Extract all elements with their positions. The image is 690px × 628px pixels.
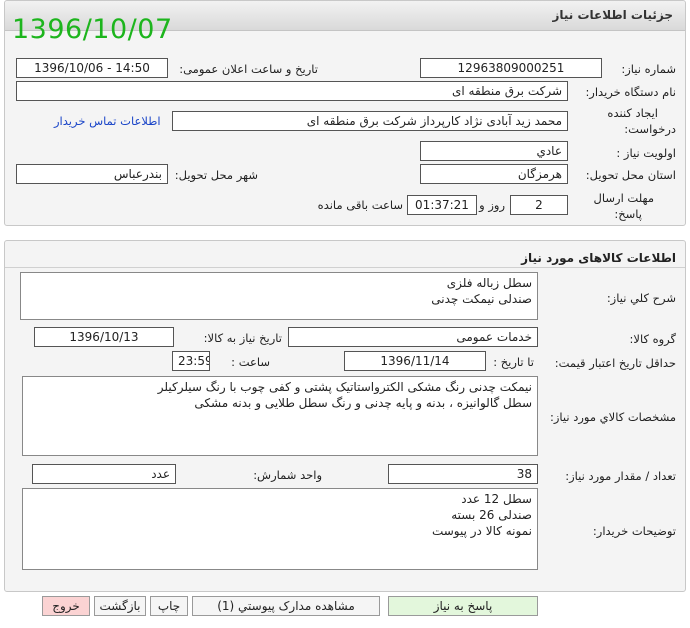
buyer-org-field: شرکت برق منطقه ای bbox=[16, 81, 568, 101]
requester-field: محمد زید آبادی نژاد کارپرداز شرکت برق من… bbox=[172, 111, 568, 131]
announce-date-field: 1396/10/06 - 14:50 bbox=[16, 58, 168, 78]
goods-group-field: خدمات عمومی bbox=[288, 327, 538, 347]
deadline-label-line1: مهلت ارسال bbox=[593, 191, 654, 205]
summary-area: سطل زباله فلزی صندلی نیمکت چدنی bbox=[20, 272, 538, 320]
price-validity-label: حداقل تاریخ اعتبار قیمت: bbox=[554, 356, 676, 370]
summary-label: شرح کلي نیاز: bbox=[606, 291, 676, 305]
quantity-label: تعداد / مقدار مورد نیاز: bbox=[565, 469, 676, 483]
deadline-label-line2: پاسخ: bbox=[614, 207, 642, 221]
summary-line: سطل زباله فلزی bbox=[446, 276, 532, 290]
announce-date-label: تاریخ و ساعت اعلان عمومی: bbox=[179, 62, 318, 76]
province-field: هرمزگان bbox=[420, 164, 568, 184]
requester-label-line2: درخواست: bbox=[624, 122, 676, 136]
print-button[interactable]: چاپ bbox=[150, 596, 188, 616]
buyer-org-label: نام دستگاه خریدار: bbox=[585, 85, 676, 99]
need-date-field: 1396/10/13 bbox=[34, 327, 174, 347]
date-stamp: 1396/10/07 bbox=[12, 14, 173, 45]
buyer-notes-label: توضیحات خریدار: bbox=[592, 524, 676, 538]
page-title: جزئیات اطلاعات نیاز bbox=[552, 8, 673, 22]
remaining-label: ساعت باقی مانده bbox=[317, 198, 403, 212]
until-date-label: تا تاریخ : bbox=[493, 355, 534, 369]
goods-group-label: گروه کالا: bbox=[629, 332, 676, 346]
priority-label: اولویت نیاز : bbox=[616, 146, 676, 160]
unit-label: واحد شمارش: bbox=[253, 468, 322, 482]
specs-line: سطل گالوانیزه ، بدنه و پایه چدنی و رنگ س… bbox=[194, 396, 532, 410]
buyer-contact-link[interactable]: اطلاعات تماس خریدار bbox=[54, 114, 161, 128]
quantity-field: 38 bbox=[388, 464, 538, 484]
goods-header-divider bbox=[5, 267, 685, 268]
city-field: بندرعباس bbox=[16, 164, 168, 184]
specs-label: مشخصات کالاي مورد نیاز: bbox=[549, 410, 676, 424]
hour-field: 23:59 bbox=[172, 351, 210, 371]
notes-line: نمونه کالا در پیوست bbox=[431, 524, 532, 538]
priority-field: عادي bbox=[420, 141, 568, 161]
notes-line: صندلی 26 بسته bbox=[451, 508, 532, 522]
need-number-label: شماره نیاز: bbox=[621, 62, 676, 76]
notes-line: سطل 12 عدد bbox=[461, 492, 532, 506]
until-date-field: 1396/11/14 bbox=[344, 351, 486, 371]
back-button[interactable]: بازگشت bbox=[94, 596, 146, 616]
specs-area: نیمکت چدنی رنگ مشکی الکترواستاتیک پشتی و… bbox=[22, 376, 538, 456]
reply-button[interactable]: پاسخ به نیاز bbox=[388, 596, 538, 616]
specs-line: نیمکت چدنی رنگ مشکی الکترواستاتیک پشتی و… bbox=[157, 380, 532, 394]
unit-field: عدد bbox=[32, 464, 176, 484]
need-number-field: 1296380900025​1 bbox=[420, 58, 602, 78]
summary-line: صندلی نیمکت چدنی bbox=[431, 292, 532, 306]
exit-button[interactable]: خروج bbox=[42, 596, 90, 616]
province-label: استان محل تحویل: bbox=[585, 168, 676, 182]
hour-label: ساعت : bbox=[231, 355, 270, 369]
goods-section-title: اطلاعات کالاهای مورد نیاز bbox=[521, 251, 676, 265]
deadline-days-field: 2 bbox=[510, 195, 568, 215]
requester-label-line1: ایجاد کننده bbox=[607, 106, 658, 120]
attachments-button[interactable]: مشاهده مدارک پیوستي (1) bbox=[192, 596, 380, 616]
buyer-notes-area: سطل 12 عدد صندلی 26 بسته نمونه کالا در پ… bbox=[22, 488, 538, 570]
city-label: شهر محل تحویل: bbox=[174, 168, 258, 182]
deadline-time-field: 01:37:21 bbox=[407, 195, 477, 215]
need-date-label: تاریخ نیاز به کالا: bbox=[203, 331, 282, 345]
days-label: روز و bbox=[479, 198, 505, 212]
